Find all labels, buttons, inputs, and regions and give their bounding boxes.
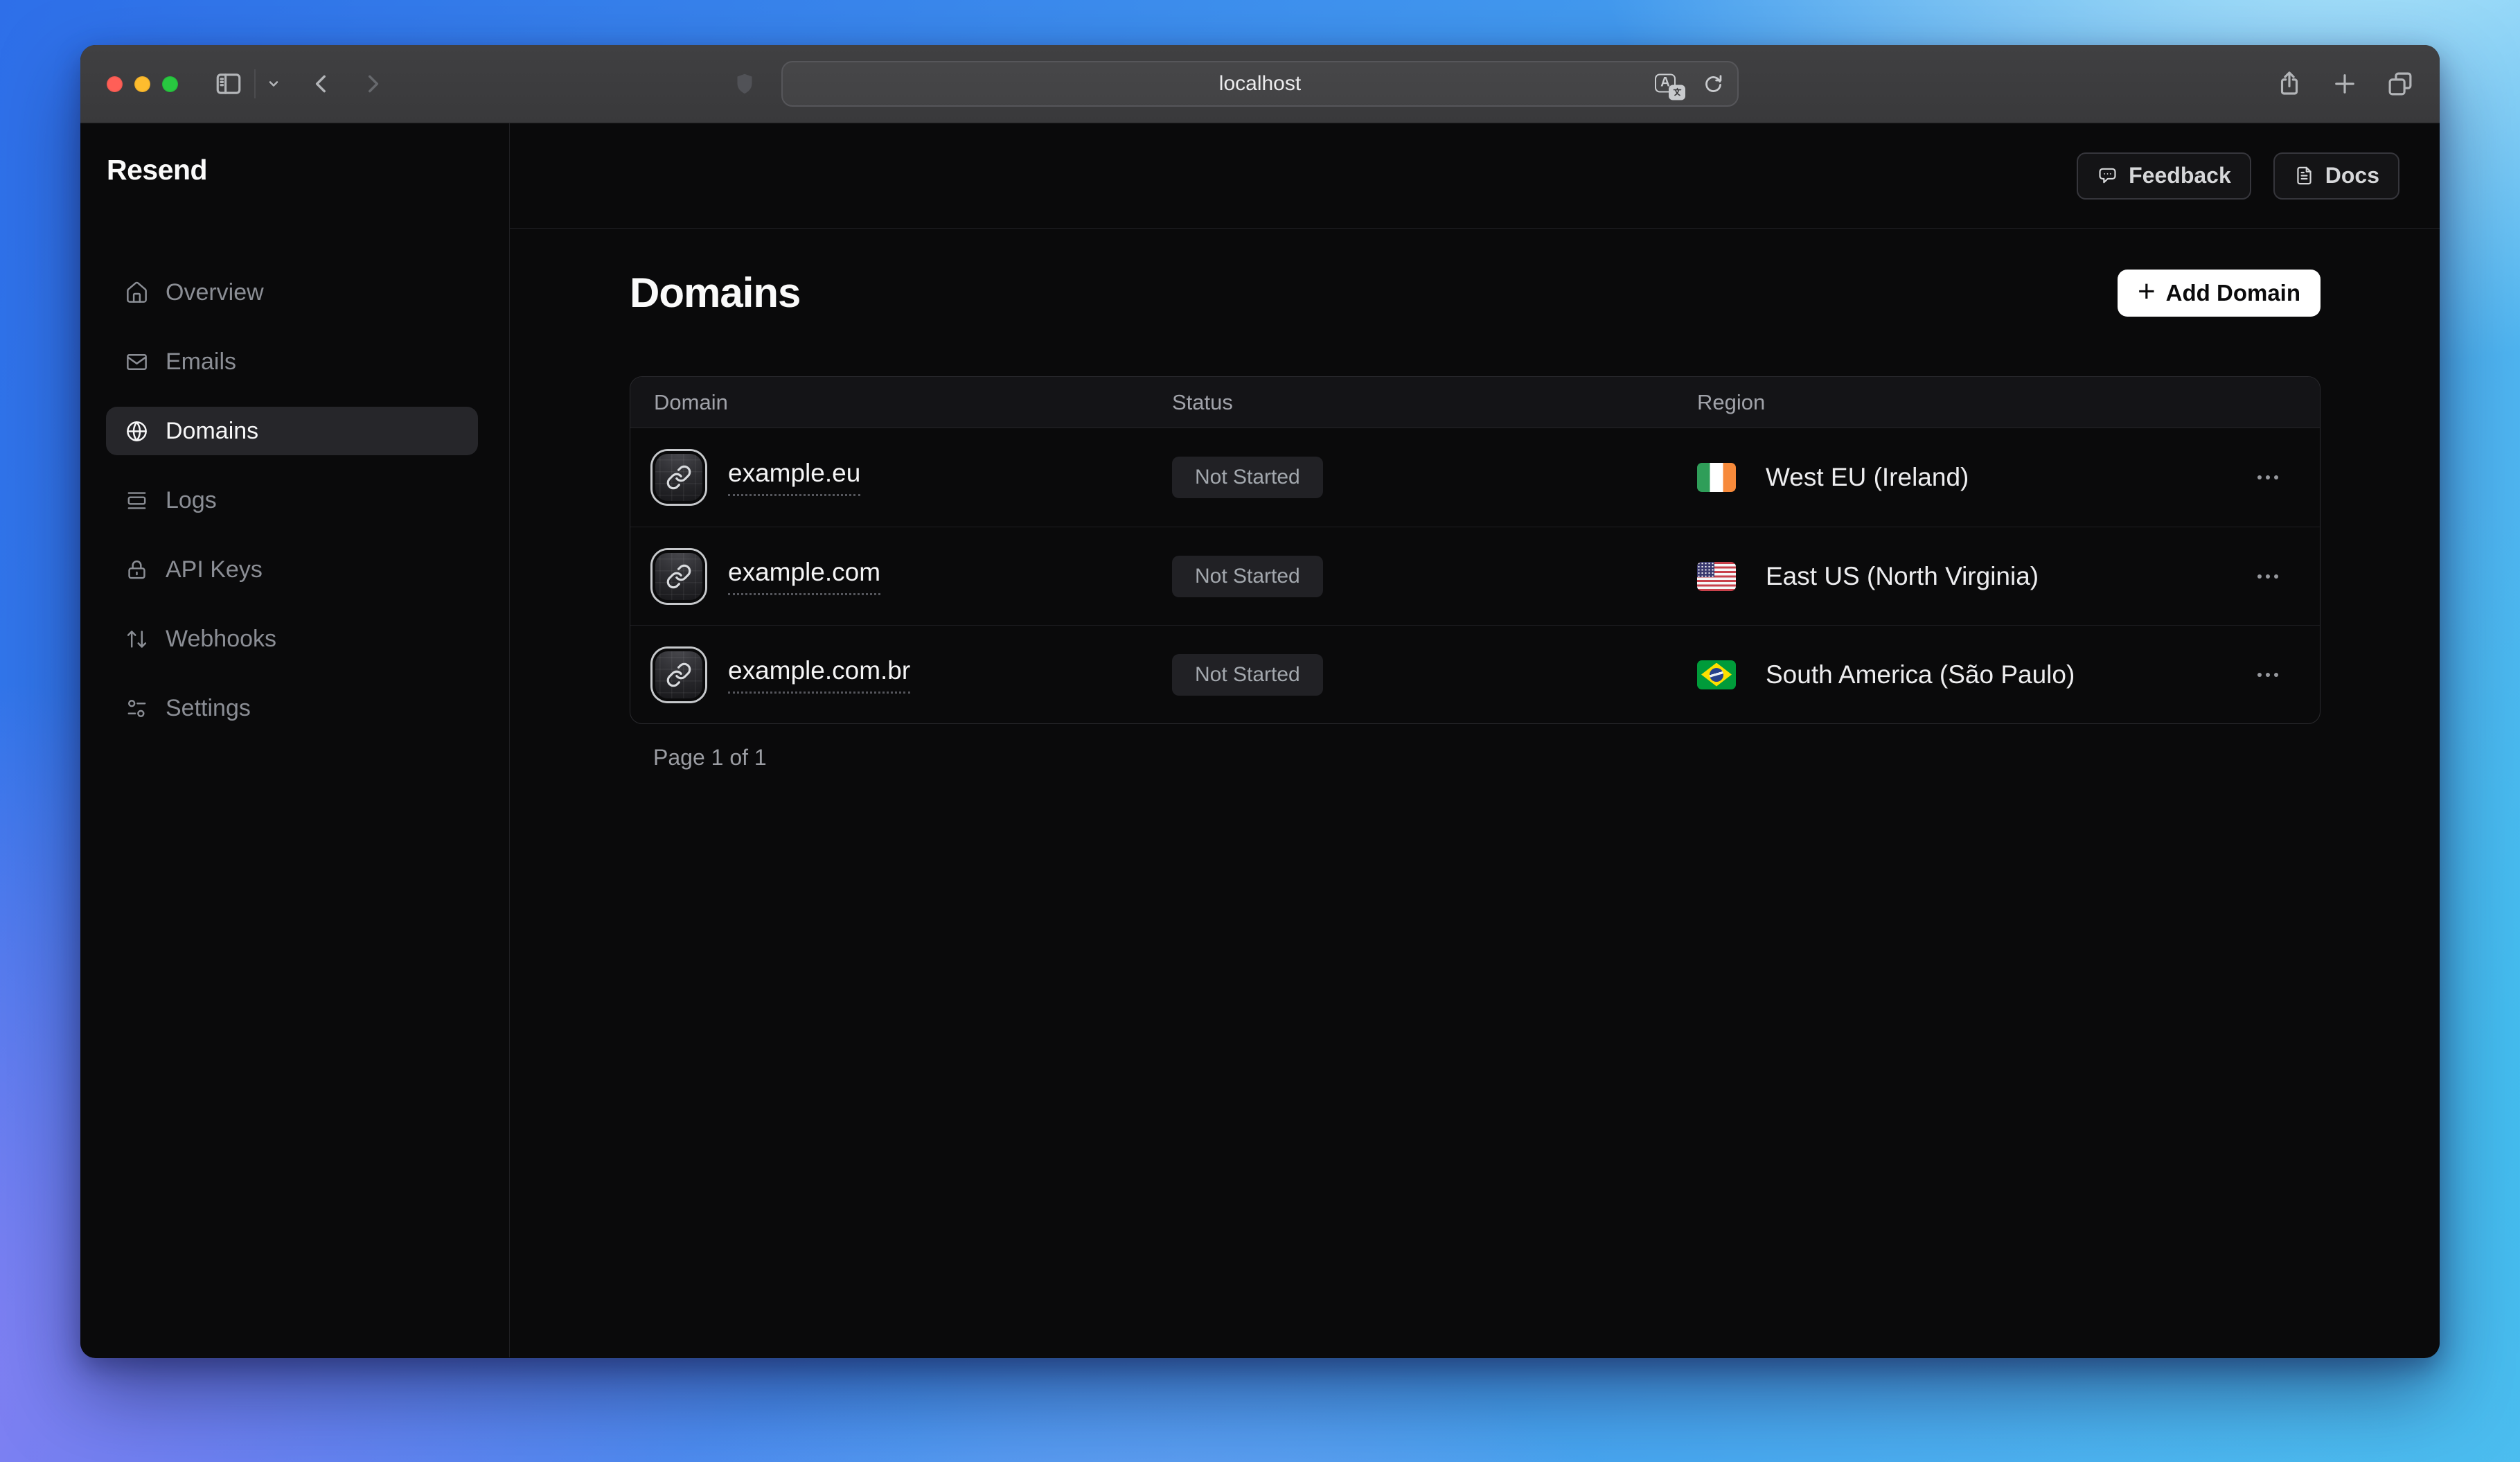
mail-icon	[125, 350, 149, 374]
domains-table: Domain Status Region example.eu Not Star…	[630, 376, 2321, 724]
row-actions-button[interactable]	[2248, 466, 2288, 489]
status-badge: Not Started	[1172, 556, 1323, 597]
logs-icon	[125, 488, 149, 513]
reload-icon[interactable]	[1702, 73, 1725, 96]
sidebar-toggle-icon[interactable]	[214, 69, 243, 98]
flag-usa-icon	[1697, 562, 1736, 591]
link-tile	[653, 451, 705, 504]
row-actions-button[interactable]	[2248, 663, 2288, 687]
column-header-domain: Domain	[630, 390, 1172, 415]
sidebar-item-webhooks[interactable]: Webhooks	[106, 615, 478, 663]
address-bar[interactable]: localhost A	[781, 61, 1739, 107]
toolbar-divider	[254, 69, 256, 98]
main-area: Feedback Docs Domains + Add Dom	[510, 123, 2440, 1357]
resend-logo: Resend	[80, 123, 509, 186]
sidebar-item-settings[interactable]: Settings	[106, 684, 478, 732]
sliders-icon	[125, 696, 149, 721]
feedback-button[interactable]: Feedback	[2077, 152, 2251, 200]
flag-brazil-icon	[1697, 660, 1736, 689]
region-label: East US (North Virginia)	[1766, 562, 2039, 591]
sidebar-item-logs[interactable]: Logs	[106, 476, 478, 525]
top-bar: Feedback Docs	[510, 123, 2440, 229]
document-icon	[2293, 165, 2315, 186]
sidebar-nav: Overview Emails Domains Logs API Keys We…	[80, 268, 509, 732]
status-badge: Not Started	[1172, 457, 1323, 498]
sidebar: Resend Overview Emails Domains Logs API …	[80, 123, 510, 1357]
domain-link[interactable]: example.eu	[728, 459, 860, 496]
region-label: South America (São Paulo)	[1766, 660, 2075, 689]
translate-icon[interactable]: A	[1655, 73, 1678, 94]
pagination-label: Page 1 of 1	[630, 745, 2321, 770]
link-tile	[653, 649, 705, 701]
link-tile	[653, 550, 705, 603]
link-icon	[666, 464, 692, 491]
table-body: example.eu Not Started West EU (Ireland)…	[630, 428, 2320, 723]
browser-toolbar[interactable]: localhost A	[80, 45, 2440, 123]
sidebar-item-overview[interactable]: Overview	[106, 268, 478, 317]
globe-icon	[125, 419, 149, 443]
table-header: Domain Status Region	[630, 377, 2320, 428]
arrows-up-down-icon	[125, 627, 149, 651]
traffic-lights	[107, 76, 178, 92]
close-window-button[interactable]	[107, 76, 123, 92]
sidebar-item-domains[interactable]: Domains	[106, 407, 478, 455]
home-icon	[125, 281, 149, 305]
link-icon	[666, 563, 692, 590]
zoom-window-button[interactable]	[162, 76, 178, 92]
browser-window: localhost A	[80, 45, 2440, 1358]
column-header-status: Status	[1172, 390, 1697, 415]
column-header-region: Region	[1697, 390, 2216, 415]
new-tab-icon[interactable]	[2330, 69, 2359, 98]
domain-link[interactable]: example.com	[728, 558, 880, 595]
region-label: West EU (Ireland)	[1766, 463, 1969, 492]
chevron-down-icon[interactable]	[265, 76, 282, 92]
domain-link[interactable]: example.com.br	[728, 656, 910, 694]
share-icon[interactable]	[2275, 69, 2304, 98]
flag-ireland-icon	[1697, 463, 1736, 492]
lock-icon	[125, 558, 149, 582]
add-domain-button[interactable]: + Add Domain	[2118, 270, 2321, 317]
url-text: localhost	[1219, 72, 1301, 96]
table-row: example.eu Not Started West EU (Ireland)	[630, 428, 2320, 527]
table-row: example.com Not Started East US (North V…	[630, 527, 2320, 625]
docs-button[interactable]: Docs	[2273, 152, 2399, 200]
table-row: example.com.br Not Started South America…	[630, 625, 2320, 723]
privacy-shield-icon	[732, 70, 757, 98]
sidebar-item-emails[interactable]: Emails	[106, 337, 478, 386]
row-actions-button[interactable]	[2248, 565, 2288, 588]
sidebar-item-api-keys[interactable]: API Keys	[106, 545, 478, 594]
back-button[interactable]	[310, 72, 333, 96]
tab-overview-icon[interactable]	[2386, 69, 2415, 98]
status-badge: Not Started	[1172, 654, 1323, 696]
minimize-window-button[interactable]	[134, 76, 150, 92]
page-title: Domains	[630, 269, 800, 317]
forward-button[interactable]	[361, 72, 384, 96]
feedback-bubble-icon	[2097, 165, 2118, 186]
link-icon	[666, 662, 692, 688]
